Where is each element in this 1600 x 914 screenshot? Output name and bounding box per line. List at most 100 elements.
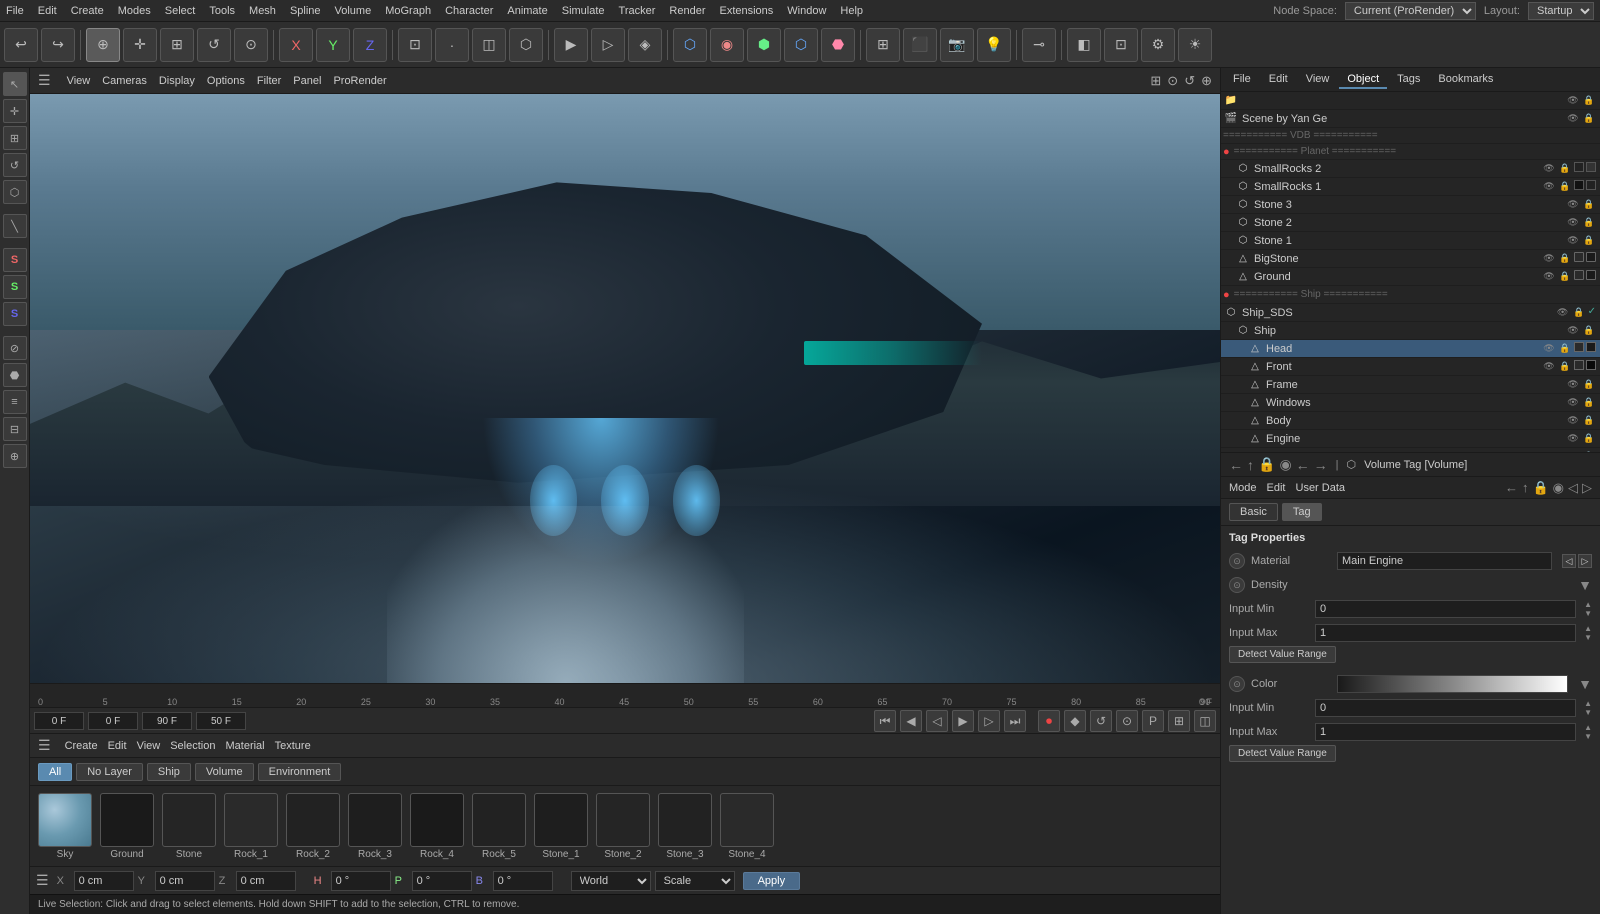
attr-icon-next[interactable]: ▷ (1582, 480, 1592, 496)
swatch-stone[interactable]: Stone (162, 793, 216, 860)
tree-item-ship-sds[interactable]: ⬡ Ship_SDS 👁🔒✓ (1221, 304, 1600, 322)
menu-mograph[interactable]: MoGraph (385, 5, 431, 17)
camera-btn[interactable]: 📷 (940, 28, 974, 62)
swatch-rock1[interactable]: Rock_1 (224, 793, 278, 860)
input-max-field[interactable] (1315, 624, 1576, 642)
rpanel-tab-view[interactable]: View (1298, 71, 1338, 89)
cmin-up[interactable]: ▲ (1584, 699, 1592, 708)
attr-icon-prev[interactable]: ◁ (1568, 480, 1578, 496)
hamburger-icon[interactable]: ☰ (38, 72, 51, 89)
edit-btn[interactable]: Edit (1267, 482, 1286, 494)
vp-menu-display[interactable]: Display (159, 75, 195, 87)
swatch-stone3[interactable]: Stone_3 (658, 793, 712, 860)
mat-menu-mat[interactable]: Material (225, 740, 264, 752)
mat-menu-sel[interactable]: Selection (170, 740, 215, 752)
swatch-rock4[interactable]: Rock_4 (410, 793, 464, 860)
spline-add-btn[interactable]: ⬢ (747, 28, 781, 62)
menu-window[interactable]: Window (787, 5, 826, 17)
attr-nav-dot[interactable]: ◉ (1279, 456, 1291, 473)
move-btn[interactable]: ✛ (123, 28, 157, 62)
color-expand[interactable]: ▼ (1578, 676, 1592, 692)
tree-vis-sr2[interactable]: 👁 (1542, 162, 1556, 176)
z-axis-btn[interactable]: Z (353, 28, 387, 62)
sidebar-knife-icon[interactable]: ⊕ (3, 444, 27, 468)
weight-btn[interactable]: ⊸ (1022, 28, 1056, 62)
tree-item-head[interactable]: △ Head 👁🔒 (1221, 340, 1600, 358)
cmin-down[interactable]: ▼ (1584, 708, 1592, 717)
min-down-arrow[interactable]: ▼ (1584, 609, 1592, 618)
vp-menu-cameras[interactable]: Cameras (102, 75, 147, 87)
color-circle-btn[interactable]: ⊙ (1229, 676, 1245, 692)
menu-render[interactable]: Render (669, 5, 705, 17)
mat-menu-view[interactable]: View (137, 740, 161, 752)
mat-arrow-right[interactable]: ▷ (1578, 554, 1592, 568)
loop-btn[interactable]: ↺ (1090, 710, 1112, 732)
light2-btn[interactable]: ☀ (1178, 28, 1212, 62)
tree-item-front[interactable]: △ Front 👁🔒 (1221, 358, 1600, 376)
menu-tracker[interactable]: Tracker (619, 5, 656, 17)
tree-item-body[interactable]: △ Body 👁🔒 (1221, 412, 1600, 430)
rpanel-tab-bookmarks[interactable]: Bookmarks (1430, 71, 1501, 89)
p-field[interactable] (412, 871, 472, 891)
cmax-down[interactable]: ▼ (1584, 732, 1592, 741)
scale-btn[interactable]: ⊞ (160, 28, 194, 62)
attr-icon-left[interactable]: ← (1505, 480, 1518, 496)
redo-btn[interactable]: ↪ (41, 28, 75, 62)
interactive-render-btn[interactable]: ◈ (628, 28, 662, 62)
rpanel-tab-edit[interactable]: Edit (1261, 71, 1296, 89)
sidebar-layer2-icon[interactable]: ⊟ (3, 417, 27, 441)
color-input-max-field[interactable] (1315, 723, 1576, 741)
keyframe-btn[interactable]: ◆ (1064, 710, 1086, 732)
rpanel-tab-file[interactable]: File (1225, 71, 1259, 89)
user-data-btn[interactable]: User Data (1296, 482, 1346, 494)
layout-dropdown[interactable]: Startup (1528, 2, 1594, 20)
world-dropdown[interactable]: World (571, 871, 651, 891)
mat-tab-volume[interactable]: Volume (195, 763, 254, 781)
swatch-rock2[interactable]: Rock_2 (286, 793, 340, 860)
vp-ctrl-2[interactable]: ⊙ (1167, 73, 1178, 89)
play-btn[interactable]: ▶ (952, 710, 974, 732)
motion-btn[interactable]: ⊙ (1116, 710, 1138, 732)
apply-button[interactable]: Apply (743, 872, 801, 890)
b-field[interactable] (493, 871, 553, 891)
attr-nav-right[interactable]: → (1314, 457, 1328, 473)
viewport[interactable] (30, 94, 1220, 683)
tree-vis-scene[interactable]: 👁 (1566, 112, 1580, 126)
timeline-ruler[interactable]: 0 5 10 15 20 25 30 35 40 45 50 55 60 65 (30, 684, 1220, 708)
tree-item-stone3[interactable]: ⬡ Stone 3 👁🔒 (1221, 196, 1600, 214)
y-field[interactable] (155, 871, 215, 891)
play-back-btn[interactable]: ◁ (926, 710, 948, 732)
attr-tab-basic[interactable]: Basic (1229, 503, 1278, 521)
sphere-btn[interactable]: ◉ (710, 28, 744, 62)
detect-btn-2[interactable]: Detect Value Range (1229, 745, 1336, 762)
nurbs-btn[interactable]: ⬡ (784, 28, 818, 62)
y-axis-btn[interactable]: Y (316, 28, 350, 62)
swatch-ground[interactable]: Ground (100, 793, 154, 860)
menu-spline[interactable]: Spline (290, 5, 321, 17)
menu-modes[interactable]: Modes (118, 5, 151, 17)
vp-menu-panel[interactable]: Panel (293, 75, 321, 87)
mat-arrow-left[interactable]: ◁ (1562, 554, 1576, 568)
mat-tab-all[interactable]: All (38, 763, 72, 781)
go-start-btn[interactable]: ⏮ (874, 710, 896, 732)
attr-nav-up[interactable]: ↑ (1247, 457, 1254, 473)
edge-mode-btn[interactable]: ◫ (472, 28, 506, 62)
tree-item-frame[interactable]: △ Frame 👁🔒 (1221, 376, 1600, 394)
deformer-btn[interactable]: ⬣ (821, 28, 855, 62)
z-field[interactable] (236, 871, 296, 891)
tree-lock-sr1[interactable]: 🔒 (1558, 180, 1572, 194)
next-frame-btn[interactable]: ▷ (978, 710, 1000, 732)
h-field[interactable] (331, 871, 391, 891)
swatch-stone2[interactable]: Stone_2 (596, 793, 650, 860)
menu-simulate[interactable]: Simulate (562, 5, 605, 17)
tree-item-root[interactable]: 📁 👁 🔒 (1221, 92, 1600, 110)
hamburger-coord[interactable]: ☰ (36, 872, 49, 889)
fps-field[interactable] (196, 712, 246, 730)
settings-btn[interactable]: ⚙ (1141, 28, 1175, 62)
swatch-stone1[interactable]: Stone_1 (534, 793, 588, 860)
menu-select[interactable]: Select (165, 5, 196, 17)
tree-item-bigstone[interactable]: △ BigStone 👁🔒 (1221, 250, 1600, 268)
cube-btn[interactable]: ⬡ (673, 28, 707, 62)
tree-item-stone1[interactable]: ⬡ Stone 1 👁🔒 (1221, 232, 1600, 250)
mat-menu-tex[interactable]: Texture (275, 740, 311, 752)
